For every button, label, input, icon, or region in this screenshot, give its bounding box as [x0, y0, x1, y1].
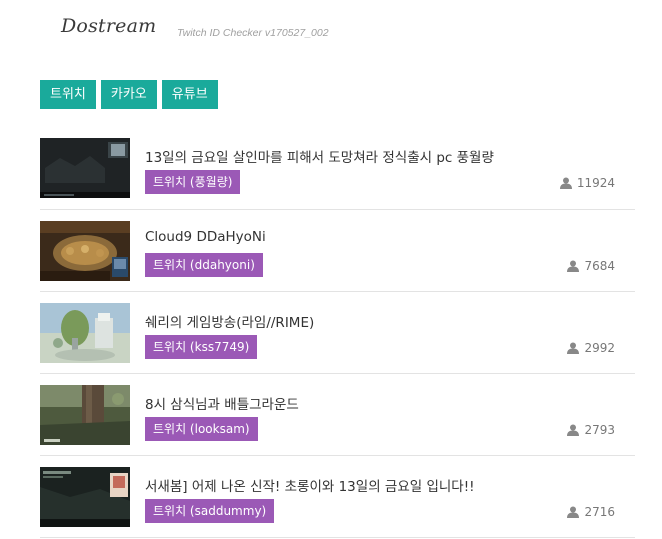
tab-kakao[interactable]: 카카오: [100, 80, 157, 109]
viewer-count: 2793: [567, 423, 615, 437]
stream-thumbnail[interactable]: [40, 138, 130, 198]
tab-twitch[interactable]: 트위치: [40, 80, 96, 109]
viewer-count-value: 2992: [584, 341, 615, 355]
stream-title[interactable]: Cloud9 DDaHyoNi: [145, 229, 266, 245]
stream-thumbnail[interactable]: [40, 385, 130, 445]
tab-youtube[interactable]: 유튜브: [161, 80, 218, 109]
version-label: Twitch ID Checker v170527_002: [177, 27, 329, 39]
channel-badge[interactable]: 트위치 (ddahyoni): [145, 253, 263, 277]
channel-badge[interactable]: 트위치 (looksam): [145, 417, 258, 441]
stream-title[interactable]: 쉐리의 게임방송(라임//RIME): [145, 311, 314, 331]
stream-title[interactable]: 8시 삼식님과 배틀그라운드: [145, 393, 299, 413]
viewer-count-value: 2716: [584, 505, 615, 519]
stream-title[interactable]: 13일의 금요일 살인마를 피해서 도망쳐라 정식출시 pc 풍월량: [145, 146, 494, 166]
brand-logo[interactable]: Dostream: [61, 15, 156, 37]
stream-item: 쉐리의 게임방송(라임//RIME) 트위치 (kss7749) 2992: [40, 293, 635, 374]
user-icon: [567, 260, 580, 272]
stream-item: 8시 삼식님과 배틀그라운드 트위치 (looksam) 2793: [40, 375, 635, 456]
channel-badge[interactable]: 트위치 (풍월량): [145, 170, 241, 194]
viewer-count-value: 2793: [584, 423, 615, 437]
stream-thumbnail[interactable]: [40, 221, 130, 281]
viewer-count: 7684: [567, 259, 615, 273]
channel-badge[interactable]: 트위치 (kss7749): [145, 335, 258, 359]
viewer-count: 2716: [567, 505, 615, 519]
viewer-count-value: 11924: [576, 176, 615, 190]
user-icon: [559, 177, 572, 189]
stream-thumbnail[interactable]: [40, 303, 130, 363]
stream-title[interactable]: 서새봄] 어제 나온 신작! 초롱이와 13일의 금요일 입니다!!: [145, 475, 475, 495]
viewer-count-value: 7684: [584, 259, 615, 273]
viewer-count: 2992: [567, 341, 615, 355]
user-icon: [567, 342, 580, 354]
stream-item: 서새봄] 어제 나온 신작! 초롱이와 13일의 금요일 입니다!! 트위치 (…: [40, 457, 635, 538]
header: Dostream Twitch ID Checker v170527_002: [0, 0, 662, 60]
platform-tabs: 트위치 카카오 유튜브: [40, 80, 223, 109]
stream-item: Cloud9 DDaHyoNi 트위치 (ddahyoni) 7684: [40, 211, 635, 292]
user-icon: [567, 506, 580, 518]
stream-list: 13일의 금요일 살인마를 피해서 도망쳐라 정식출시 pc 풍월량 트위치 (…: [40, 128, 635, 539]
user-icon: [567, 424, 580, 436]
stream-thumbnail[interactable]: [40, 467, 130, 527]
stream-item: 13일의 금요일 살인마를 피해서 도망쳐라 정식출시 pc 풍월량 트위치 (…: [40, 128, 635, 210]
channel-badge[interactable]: 트위치 (saddummy): [145, 499, 275, 523]
viewer-count: 11924: [559, 176, 615, 190]
